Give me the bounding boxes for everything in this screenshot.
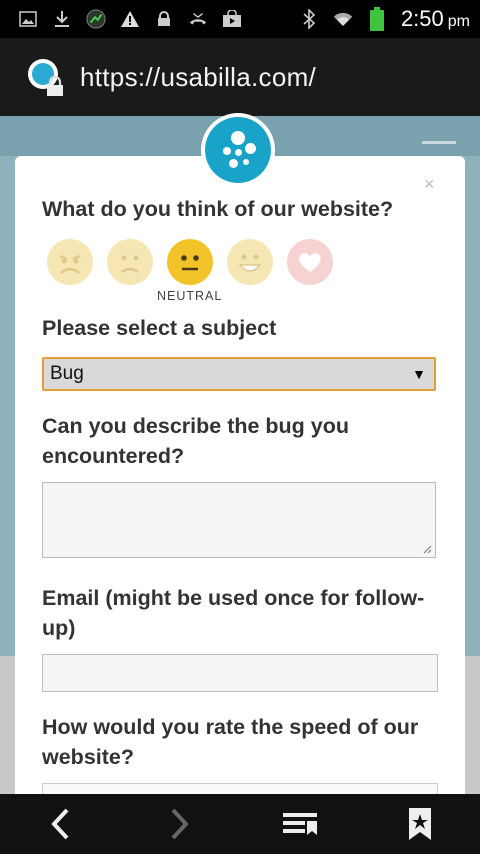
browser-url-bar[interactable]: https://usabilla.com/	[0, 38, 480, 116]
love-heart-icon[interactable]	[287, 239, 333, 285]
sad-face-icon[interactable]	[107, 239, 153, 285]
tabs-icon	[283, 813, 317, 835]
angry-face-icon[interactable]	[47, 239, 93, 285]
lock-icon	[154, 9, 174, 29]
missed-call-icon	[188, 9, 208, 29]
site-favicon-icon	[28, 59, 64, 96]
speed-icon	[86, 9, 106, 29]
question-speed-rating: How would you rate the speed of our webs…	[42, 715, 419, 769]
forward-button[interactable]	[150, 794, 210, 854]
back-button[interactable]	[30, 794, 90, 854]
store-icon	[222, 9, 242, 29]
selected-mood-label: NEUTRAL	[157, 289, 223, 303]
neutral-face-icon[interactable]	[167, 239, 213, 285]
question-email: Email (might be used once for follow-up)	[42, 586, 425, 640]
secure-lock-icon	[47, 75, 63, 96]
url-text[interactable]: https://usabilla.com/	[80, 62, 316, 93]
status-bar: 2:50 pm	[0, 0, 480, 38]
mood-selector	[47, 239, 333, 285]
bluetooth-icon	[299, 9, 319, 29]
email-field[interactable]	[42, 654, 438, 692]
warning-icon	[120, 9, 140, 29]
resize-grip-icon[interactable]	[422, 544, 432, 554]
happy-face-icon[interactable]	[227, 239, 273, 285]
subject-select[interactable]: Bug ▼	[42, 357, 436, 391]
forward-icon	[171, 808, 189, 840]
bug-description-textarea[interactable]	[42, 482, 436, 558]
subject-select-value: Bug	[50, 363, 84, 384]
gallery-icon	[18, 9, 38, 29]
tabs-button[interactable]	[270, 794, 330, 854]
download-icon	[52, 9, 72, 29]
usabilla-logo	[201, 113, 275, 187]
bookmark-button[interactable]	[390, 794, 450, 854]
back-icon	[51, 808, 69, 840]
site-menu-icon	[422, 141, 456, 144]
question-bug-description: Can you describe the bug you encountered…	[42, 414, 350, 468]
question-subject: Please select a subject	[42, 316, 277, 340]
question-website-opinion: What do you think of our website?	[42, 197, 394, 221]
browser-nav-bar	[0, 794, 480, 854]
close-button[interactable]: ×	[424, 174, 435, 195]
wifi-icon	[333, 9, 353, 29]
battery-icon	[367, 7, 387, 31]
chevron-down-icon: ▼	[412, 366, 426, 382]
bookmark-icon	[409, 808, 431, 840]
clock: 2:50 pm	[400, 6, 470, 31]
